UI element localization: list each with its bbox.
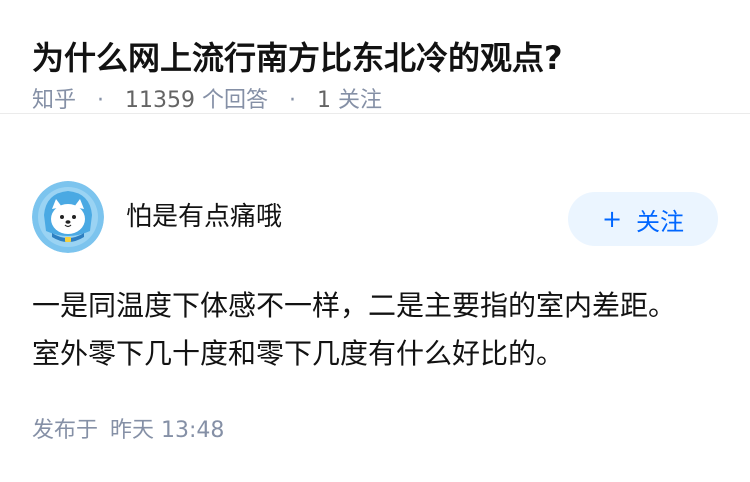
question-title[interactable]: 为什么网上流行南方比东北冷的观点?: [32, 36, 718, 80]
follow-count-label: 关注: [338, 88, 383, 113]
question-meta: 知乎 · 11359 个回答 · 1 关注: [32, 86, 718, 116]
follow-count-number: 1: [317, 88, 332, 113]
plus-icon: +: [601, 205, 623, 233]
follow-button[interactable]: + 关注: [568, 192, 718, 246]
follow-button-label: 关注: [636, 207, 685, 236]
answer-content[interactable]: 一是同温度下体感不一样，二是主要指的室内差距。室外零下几十度和零下几度有什么好比…: [32, 282, 682, 378]
meta-separator: ·: [289, 88, 297, 113]
question-header: 为什么网上流行南方比东北冷的观点? 知乎 · 11359 个回答 · 1 关注: [0, 0, 750, 114]
author-row: 怕是有点痛哦 + 关注: [32, 181, 718, 257]
follow-count[interactable]: 1 关注: [317, 88, 382, 113]
avatar[interactable]: [32, 181, 104, 253]
answer-count-number: 11359: [125, 88, 196, 113]
answer-count-label: 个回答: [202, 88, 269, 113]
author-name[interactable]: 怕是有点痛哦: [126, 199, 282, 235]
source-label[interactable]: 知乎: [32, 88, 76, 113]
answer-text: 一是同温度下体感不一样，二是主要指的室内差距。室外零下几十度和零下几度有什么好比…: [32, 289, 677, 370]
published-label: 发布于: [32, 418, 99, 443]
published-time: 昨天 13:48: [110, 418, 225, 443]
answer-count[interactable]: 11359 个回答: [125, 88, 268, 113]
meta-separator: ·: [97, 88, 105, 113]
publish-time: 发布于 昨天 13:48: [32, 415, 224, 447]
shiba-dog-avatar-icon: [32, 181, 104, 253]
